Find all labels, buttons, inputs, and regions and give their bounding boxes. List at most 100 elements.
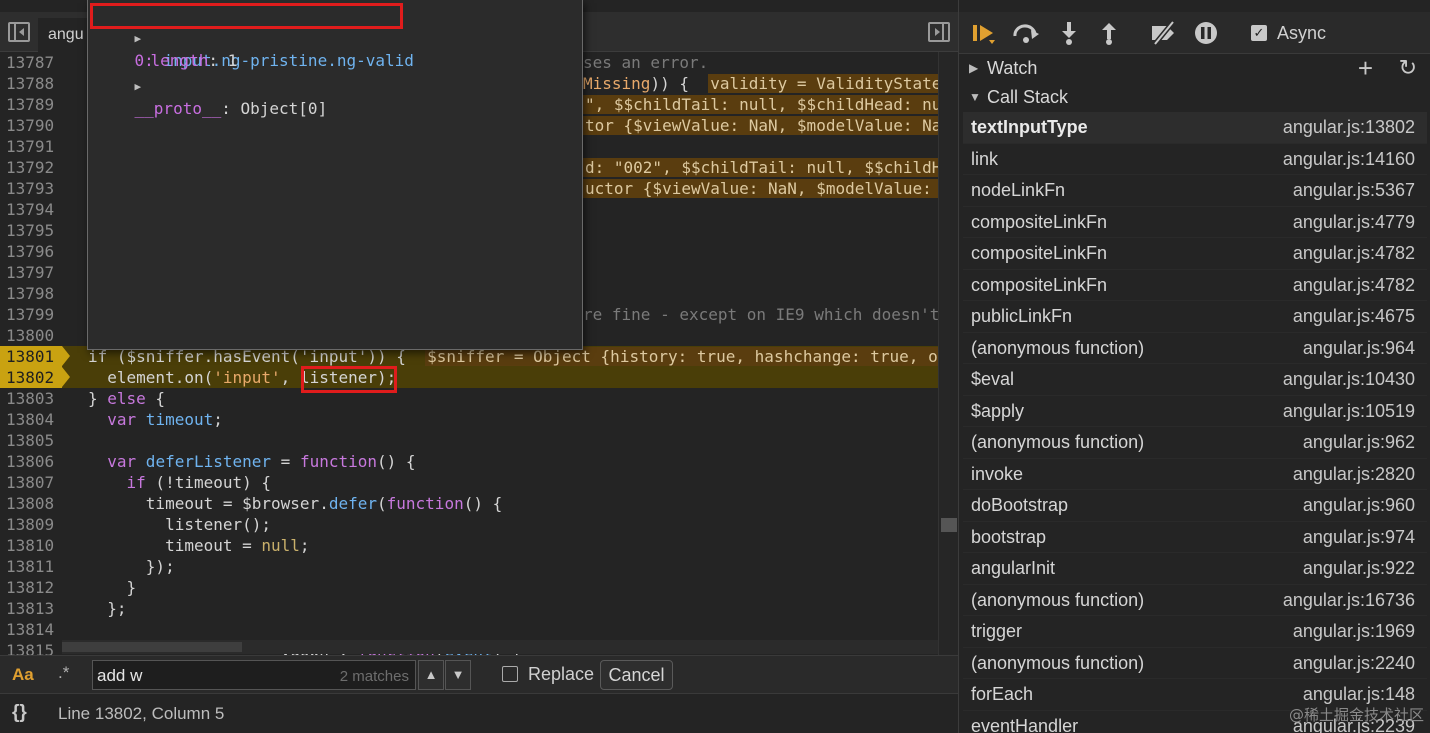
- line-number[interactable]: 13795: [0, 220, 62, 241]
- code-line[interactable]: 13807 if (!timeout) {: [0, 472, 938, 493]
- frame-location-link[interactable]: angular.js:2820: [1293, 459, 1415, 490]
- frame-location-link[interactable]: angular.js:10519: [1283, 396, 1415, 427]
- line-number[interactable]: 13809: [0, 514, 62, 535]
- callstack-section-header[interactable]: ▼ Call Stack: [959, 82, 1430, 112]
- pretty-print-icon[interactable]: {}: [12, 702, 27, 724]
- call-frame[interactable]: (anonymous function) angular.js:16736: [963, 585, 1427, 616]
- code-line[interactable]: 13809 listener();: [0, 514, 938, 535]
- cancel-button[interactable]: Cancel: [600, 660, 673, 690]
- pause-on-exceptions-icon[interactable]: [1193, 20, 1219, 46]
- code-line[interactable]: 13813 };: [0, 598, 938, 619]
- call-frame[interactable]: compositeLinkFn angular.js:4779: [963, 207, 1427, 238]
- call-frame[interactable]: (anonymous function) angular.js:962: [963, 427, 1427, 459]
- call-frame[interactable]: doBootstrap angular.js:960: [963, 490, 1427, 522]
- scrollbar-thumb[interactable]: [62, 642, 242, 652]
- call-frame[interactable]: $apply angular.js:10519: [963, 396, 1427, 427]
- frame-location-link[interactable]: angular.js:14160: [1283, 144, 1415, 175]
- line-number[interactable]: 13793: [0, 178, 62, 199]
- line-number[interactable]: 13804: [0, 409, 62, 430]
- frame-location-link[interactable]: angular.js:4782: [1293, 270, 1415, 301]
- line-number[interactable]: 13797: [0, 262, 62, 283]
- line-number[interactable]: 13806: [0, 451, 62, 472]
- step-over-icon[interactable]: [1011, 20, 1041, 46]
- vertical-scrollbar[interactable]: [938, 52, 958, 655]
- frame-location-link[interactable]: angular.js:974: [1303, 522, 1415, 553]
- code-line[interactable]: 13805: [0, 430, 938, 451]
- call-frame[interactable]: link angular.js:14160: [963, 144, 1427, 175]
- call-frame[interactable]: nodeLinkFn angular.js:5367: [963, 175, 1427, 207]
- line-number[interactable]: 13807: [0, 472, 62, 493]
- deactivate-breakpoints-icon[interactable]: [1149, 20, 1179, 46]
- watch-section-header[interactable]: ▶ Watch + ↻: [959, 53, 1430, 83]
- step-out-icon[interactable]: [1097, 20, 1121, 46]
- line-number[interactable]: 13794: [0, 199, 62, 220]
- line-number[interactable]: 13815: [0, 640, 62, 655]
- scrollbar-thumb[interactable]: [941, 518, 957, 532]
- code-line[interactable]: 13808 timeout = $browser.defer(function(…: [0, 493, 938, 514]
- previous-match-button[interactable]: ▲: [418, 660, 444, 690]
- frame-location-link[interactable]: angular.js:960: [1303, 490, 1415, 521]
- call-frame[interactable]: trigger angular.js:1969: [963, 616, 1427, 648]
- code-line[interactable]: 13812 }: [0, 577, 938, 598]
- line-number[interactable]: 13812: [0, 577, 62, 598]
- add-watch-icon[interactable]: +: [1358, 53, 1373, 83]
- line-number[interactable]: 13805: [0, 430, 62, 451]
- line-number[interactable]: 13798: [0, 283, 62, 304]
- line-number[interactable]: 13803: [0, 388, 62, 409]
- line-number[interactable]: 13792: [0, 157, 62, 178]
- frame-location-link[interactable]: angular.js:10430: [1283, 364, 1415, 395]
- line-number[interactable]: 13802: [0, 367, 70, 388]
- line-number[interactable]: 13787: [0, 52, 62, 73]
- code-line[interactable]: 13814: [0, 619, 938, 640]
- line-number[interactable]: 13810: [0, 535, 62, 556]
- call-frame[interactable]: $eval angular.js:10430: [963, 364, 1427, 396]
- code-line[interactable]: 13803} else {: [0, 388, 938, 409]
- file-tab[interactable]: angu: [38, 18, 94, 52]
- call-frame[interactable]: (anonymous function) angular.js:2240: [963, 648, 1427, 679]
- line-number[interactable]: 13813: [0, 598, 62, 619]
- line-number[interactable]: 13796: [0, 241, 62, 262]
- frame-location-link[interactable]: angular.js:964: [1303, 333, 1415, 364]
- call-frame[interactable]: (anonymous function) angular.js:964: [963, 333, 1427, 364]
- frame-location-link[interactable]: angular.js:4779: [1293, 207, 1415, 238]
- line-number[interactable]: 13790: [0, 115, 62, 136]
- frame-location-link[interactable]: angular.js:13802: [1283, 112, 1415, 143]
- horizontal-scrollbar[interactable]: [62, 640, 938, 654]
- async-checkbox[interactable]: ✓: [1251, 25, 1267, 41]
- call-frame[interactable]: compositeLinkFn angular.js:4782: [963, 238, 1427, 270]
- popover-proto[interactable]: ▶ __proto__: Object[0]: [96, 52, 328, 118]
- search-input[interactable]: add w 2 matches: [92, 660, 416, 690]
- call-frame[interactable]: angularInit angular.js:922: [963, 553, 1427, 585]
- line-number[interactable]: 13808: [0, 493, 62, 514]
- resume-icon[interactable]: [971, 20, 999, 46]
- line-number[interactable]: 13814: [0, 619, 62, 640]
- frame-location-link[interactable]: angular.js:5367: [1293, 175, 1415, 206]
- line-number[interactable]: 13811: [0, 556, 62, 577]
- call-frame[interactable]: publicLinkFn angular.js:4675: [963, 301, 1427, 333]
- line-number[interactable]: 13788: [0, 73, 62, 94]
- line-number[interactable]: 13799: [0, 304, 62, 325]
- call-frame[interactable]: bootstrap angular.js:974: [963, 522, 1427, 553]
- code-line[interactable]: 13810 timeout = null;: [0, 535, 938, 556]
- frame-location-link[interactable]: angular.js:922: [1303, 553, 1415, 584]
- next-match-button[interactable]: ▼: [445, 660, 471, 690]
- toggle-navigator-icon[interactable]: [8, 22, 30, 42]
- frame-location-link[interactable]: angular.js:1969: [1293, 616, 1415, 647]
- line-number[interactable]: 13791: [0, 136, 62, 157]
- regex-toggle[interactable]: .*: [58, 663, 69, 683]
- replace-checkbox[interactable]: [502, 666, 518, 682]
- code-line[interactable]: 13811 });: [0, 556, 938, 577]
- execution-line[interactable]: 13802 element.on('input', listener);: [0, 367, 938, 388]
- frame-location-link[interactable]: angular.js:4782: [1293, 238, 1415, 269]
- frame-location-link[interactable]: angular.js:962: [1303, 427, 1415, 458]
- toggle-debugger-icon[interactable]: [928, 22, 950, 42]
- step-into-icon[interactable]: [1057, 20, 1081, 46]
- expand-triangle-icon[interactable]: ▶: [135, 80, 142, 93]
- frame-location-link[interactable]: angular.js:16736: [1283, 585, 1415, 616]
- line-number[interactable]: 13800: [0, 325, 62, 346]
- frame-location-link[interactable]: angular.js:4675: [1293, 301, 1415, 332]
- line-number[interactable]: 13789: [0, 94, 62, 115]
- match-case-toggle[interactable]: Aa: [12, 665, 34, 685]
- code-line[interactable]: 13804 var timeout;: [0, 409, 938, 430]
- call-frame[interactable]: invoke angular.js:2820: [963, 459, 1427, 490]
